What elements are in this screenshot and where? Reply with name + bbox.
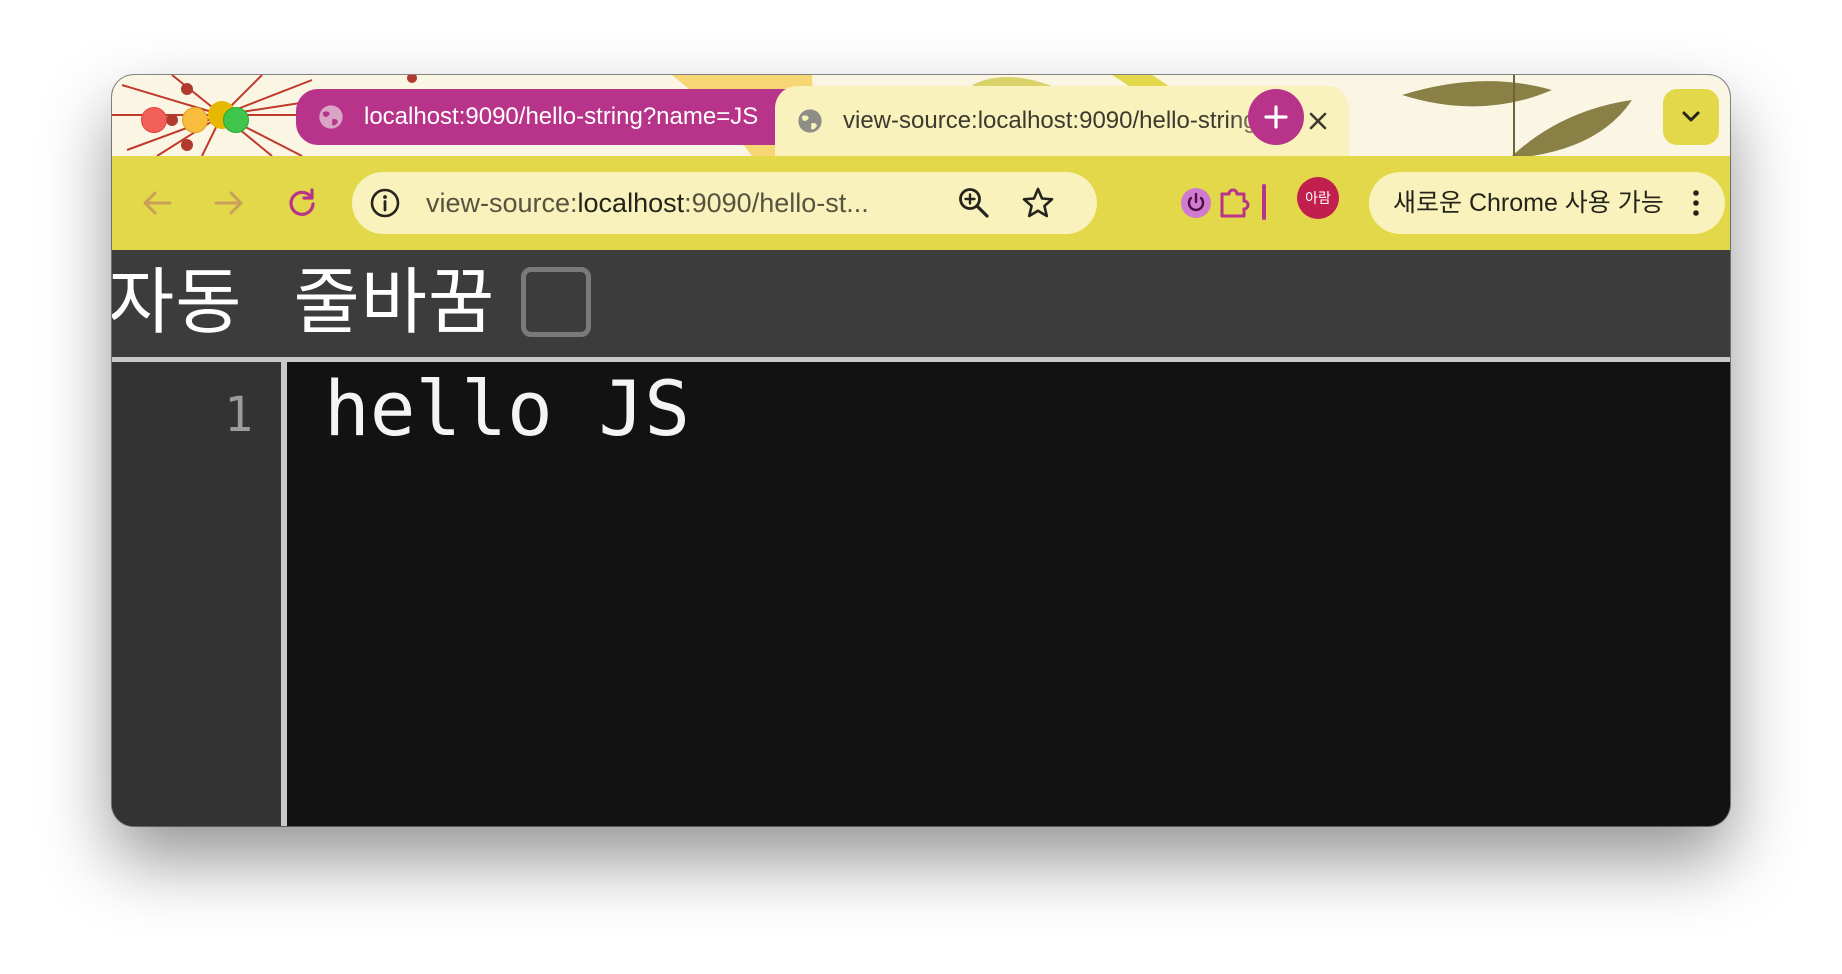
url-rest: :9090/hello-st... [684, 188, 869, 218]
bookmark-star-icon[interactable] [1020, 185, 1056, 221]
line-wrap-checkbox[interactable] [521, 267, 591, 337]
url-text[interactable]: view-source:localhost:9090/hello-st... [426, 172, 936, 234]
line-number-gutter: 1 [112, 362, 287, 826]
close-window-button[interactable] [141, 107, 167, 133]
address-bar[interactable]: view-source:localhost:9090/hello-st... [352, 172, 1097, 234]
toolbar: view-source:localhost:9090/hello-st... 아… [112, 156, 1730, 250]
puzzle-piece-icon [1220, 188, 1250, 218]
reload-icon [289, 188, 315, 216]
line-wrap-label: 자동 줄바꿈 [112, 263, 496, 343]
arrow-right-icon [214, 191, 243, 215]
update-label: 새로운 Chrome 사용 가능 [1393, 189, 1664, 217]
zoom-window-button[interactable] [223, 107, 249, 133]
new-tab-button[interactable] [1248, 89, 1304, 145]
close-icon[interactable] [1303, 106, 1333, 136]
globe-icon [319, 105, 343, 129]
forward-button[interactable] [209, 183, 249, 223]
arrow-left-icon [143, 191, 172, 215]
toolbar-separator [1262, 184, 1266, 220]
chevron-down-icon [1682, 111, 1700, 122]
tab-search-button[interactable] [1663, 89, 1719, 145]
browser-window: localhost:9090/hello-string?name=JS view… [112, 75, 1730, 826]
minimize-window-button[interactable] [182, 107, 208, 133]
site-info-icon[interactable] [369, 187, 401, 219]
line-wrap-bar: 자동 줄바꿈 [112, 250, 1730, 362]
globe-icon [798, 109, 822, 133]
extension-power-button[interactable] [1176, 183, 1216, 223]
zoom-icon[interactable] [957, 186, 991, 220]
url-scheme: view-source: [426, 188, 578, 218]
source-line: hello JS [324, 364, 691, 453]
source-code-area: hello JS [287, 362, 1730, 826]
power-icon [1181, 188, 1211, 218]
reload-button[interactable] [282, 183, 322, 223]
chrome-update-button[interactable]: 새로운 Chrome 사용 가능 [1369, 172, 1725, 234]
line-number: 1 [224, 387, 253, 443]
tab-strip: localhost:9090/hello-string?name=JS view… [112, 75, 1730, 156]
url-host: localhost [577, 188, 685, 218]
plus-icon [1264, 105, 1288, 129]
back-button[interactable] [137, 183, 177, 223]
tab-title: view-source:localhost:9090/hello-string?… [843, 107, 1291, 134]
more-vert-icon[interactable] [1691, 189, 1701, 217]
tab-title: localhost:9090/hello-string?name=JS [364, 103, 759, 130]
profile-avatar[interactable]: 아람 [1297, 177, 1339, 219]
extensions-button[interactable] [1213, 183, 1257, 223]
